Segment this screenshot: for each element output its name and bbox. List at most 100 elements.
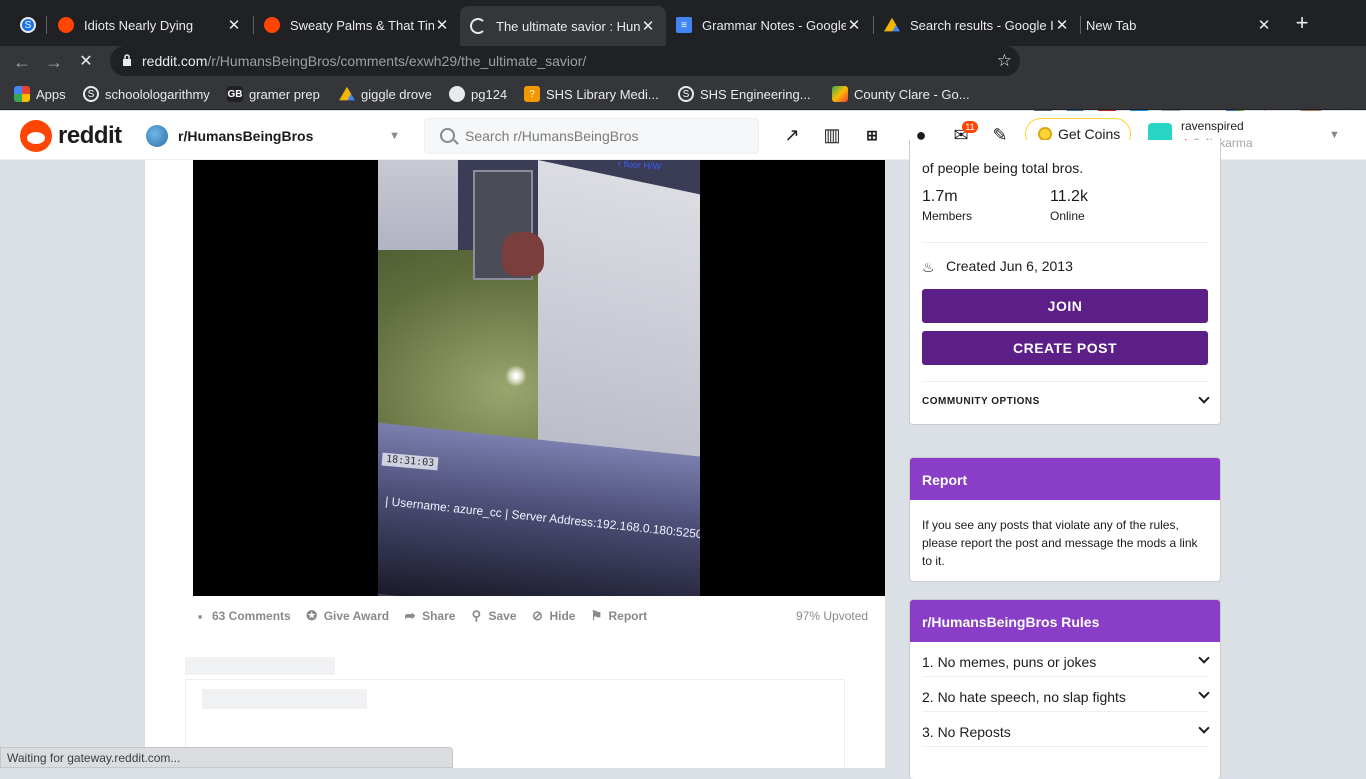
google-docs-icon: ≡: [676, 17, 692, 33]
tab-new-tab[interactable]: New Tab ✕: [1076, 8, 1282, 42]
bookmark-shs-library[interactable]: ? SHS Library Medi...: [524, 86, 659, 102]
chevron-down-icon: [1198, 392, 1210, 404]
community-description: of people being total bros.: [922, 160, 1084, 176]
leaderboard-icon[interactable]: ▥: [820, 123, 844, 147]
share-arrow-icon: ➦: [404, 608, 416, 623]
search-input[interactable]: [465, 126, 745, 146]
back-arrow-icon[interactable]: ←: [10, 50, 34, 74]
close-tab-icon[interactable]: ✕: [226, 16, 242, 34]
tab-title: Grammar Notes - Google: [702, 17, 846, 33]
video-corner-text: r floor H/W: [617, 160, 662, 172]
search-icon: [440, 128, 455, 143]
bookmark-shs-engineering[interactable]: S SHS Engineering...: [678, 86, 811, 102]
upvote-ratio: 97% Upvoted: [796, 609, 869, 623]
divider: [922, 381, 1208, 382]
tab-search-results[interactable]: Search results - Google I ✕: [874, 8, 1080, 42]
browser-toolbar: ← → ✕ reddit.com/r/HumansBeingBros/comme…: [0, 46, 1366, 118]
close-tab-icon[interactable]: ✕: [640, 17, 656, 35]
tab-grammar-notes[interactable]: ≡ Grammar Notes - Google ✕: [666, 8, 872, 42]
chevron-down-icon: [1198, 687, 1210, 699]
tab-title: Sweaty Palms & That Tin: [290, 17, 434, 33]
members-stat: 1.7m Members: [922, 188, 972, 223]
chevron-down-icon: [1198, 652, 1210, 664]
report-button[interactable]: ⚑ Report: [589, 608, 648, 623]
report-card-body: If you see any posts that violate any of…: [922, 518, 1198, 568]
close-tab-icon[interactable]: ✕: [1054, 16, 1070, 34]
reddit-icon: [58, 17, 74, 33]
bookmarks-bar: Apps S schoolologarithmy GB gramer prep …: [0, 78, 1366, 110]
forward-arrow-icon[interactable]: →: [42, 50, 66, 74]
bookmark-star-icon[interactable]: ☆: [997, 51, 1012, 71]
reddit-logo-icon[interactable]: [20, 120, 52, 152]
tab-ultimate-savior[interactable]: The ultimate savior : Hun ✕: [460, 6, 666, 46]
online-count: 11.2k: [1050, 188, 1088, 205]
lock-icon: [123, 54, 131, 66]
schoology-icon: S: [678, 86, 694, 102]
apps-grid-icon: [14, 86, 30, 102]
bookmark-apps[interactable]: Apps: [14, 86, 66, 102]
loading-skeleton: [185, 657, 335, 675]
address-bar[interactable]: reddit.com/r/HumansBeingBros/comments/ex…: [110, 46, 1020, 76]
bookmark-giggle-drove[interactable]: giggle drove: [339, 86, 432, 102]
tab-idiots-nearly-dying[interactable]: Idiots Nearly Dying ✕: [48, 8, 252, 42]
share-button[interactable]: ➦ Share: [403, 608, 456, 623]
award-icon: ✪: [306, 608, 318, 623]
create-post-button[interactable]: CREATE POST: [922, 331, 1208, 365]
library-icon: ?: [524, 86, 540, 102]
rules-card-title: r/HumansBeingBros Rules: [910, 600, 1220, 642]
url-text: reddit.com/r/HumansBeingBros/comments/ex…: [142, 53, 587, 69]
schoology-icon: S: [20, 17, 36, 33]
bookmark-county-clare[interactable]: County Clare - Go...: [832, 86, 970, 102]
reddit-wordmark[interactable]: reddit: [58, 122, 122, 150]
report-card: Report If you see any posts that violate…: [909, 457, 1221, 582]
bookmark-pg124[interactable]: pg124: [449, 86, 507, 102]
loading-skeleton: [202, 689, 367, 709]
rules-card: r/HumansBeingBros Rules 1. No memes, pun…: [909, 599, 1221, 779]
members-count: 1.7m: [922, 188, 958, 205]
flag-icon: ⚑: [590, 608, 603, 623]
stop-loading-icon[interactable]: ✕: [74, 50, 98, 74]
subreddit-dropdown[interactable]: r/HumansBeingBros ▼: [146, 123, 400, 149]
cake-icon: ♨: [922, 259, 935, 275]
tab-title: Search results - Google I: [910, 17, 1054, 33]
schoology-icon: S: [83, 86, 99, 102]
video-light-reflection: [505, 365, 527, 387]
video-frame[interactable]: 18:31:03 | Username: azure_cc | Server A…: [378, 160, 700, 596]
save-button[interactable]: ⚲ Save: [469, 608, 517, 623]
tab-sweaty-palms[interactable]: Sweaty Palms & That Tin ✕: [254, 8, 460, 42]
close-tab-icon[interactable]: ✕: [1256, 16, 1272, 34]
new-tab-plus-icon[interactable]: +: [1290, 12, 1314, 36]
google-drive-icon: [884, 17, 900, 32]
globe-icon: [449, 86, 465, 102]
hide-icon: ⊘: [532, 608, 543, 623]
join-button[interactable]: JOIN: [922, 289, 1208, 323]
rule-item[interactable]: 2. No hate speech, no slap fights: [922, 677, 1210, 712]
comment-bubble-icon: ▪: [197, 608, 203, 624]
bookmark-schoolologarithmy[interactable]: S schoolologarithmy: [83, 86, 210, 102]
reddit-search-box[interactable]: [424, 118, 759, 154]
coin-vote-icon[interactable]: ⊞: [860, 123, 884, 147]
members-label: Members: [922, 209, 973, 223]
browser-status-bar: Waiting for gateway.reddit.com...: [0, 747, 453, 768]
browser-tab-strip: S Idiots Nearly Dying ✕ Sweaty Palms & T…: [0, 0, 1366, 46]
close-tab-icon[interactable]: ✕: [434, 16, 450, 34]
map-icon: [832, 86, 848, 102]
loading-icon: [470, 18, 486, 34]
bookmark-gramer-prep[interactable]: GB gramer prep: [227, 86, 320, 102]
rule-item[interactable]: 1. No memes, puns or jokes: [922, 642, 1210, 677]
trending-icon[interactable]: ↗: [780, 123, 804, 147]
chevron-down-icon: ▼: [389, 130, 400, 142]
hide-button[interactable]: ⊘ Hide: [530, 608, 575, 623]
rule-item[interactable]: 3. No Reposts: [922, 712, 1210, 747]
reddit-icon: [264, 17, 280, 33]
community-options-toggle[interactable]: COMMUNITY OPTIONS: [922, 392, 1210, 407]
comments-button[interactable]: ▪ 63 Comments: [193, 608, 291, 624]
video-person: [502, 232, 544, 276]
give-award-button[interactable]: ✪ Give Award: [305, 608, 389, 623]
created-date: ♨ Created Jun 6, 2013: [922, 258, 1073, 275]
tab-title: Idiots Nearly Dying: [84, 17, 194, 33]
post-actions-bar: ▪ 63 Comments ✪ Give Award ➦ Share ⚲ Sav…: [193, 606, 661, 626]
coin-icon: [1038, 127, 1052, 141]
online-label: Online: [1050, 209, 1085, 223]
close-tab-icon[interactable]: ✕: [846, 16, 862, 34]
